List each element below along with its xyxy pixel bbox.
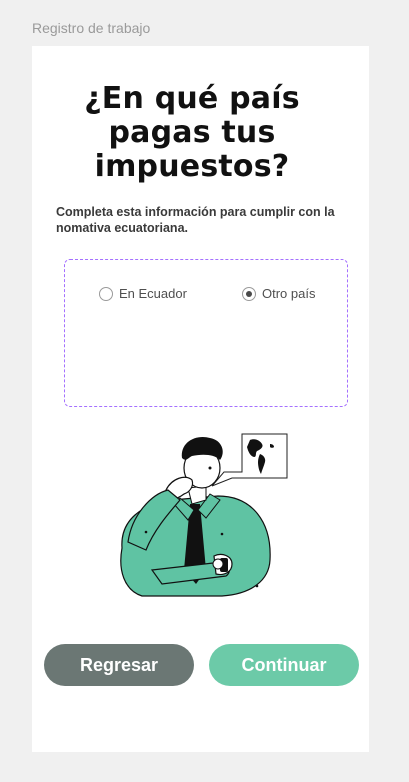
country-options-box: En Ecuador Otro país	[64, 259, 348, 407]
radio-option-ecuador[interactable]: En Ecuador	[99, 286, 187, 301]
radio-button-otro-pais[interactable]	[242, 286, 256, 301]
radio-label-ecuador: En Ecuador	[119, 286, 187, 301]
thinking-person-illustration	[120, 433, 288, 597]
frame-label: Registro de trabajo	[32, 20, 151, 36]
radio-label-otro-pais: Otro país	[262, 286, 316, 301]
map-speech-bubble-icon	[211, 433, 288, 487]
page-subtitle: Completa esta información para cumplir c…	[56, 205, 335, 235]
page-title: ¿En qué país pagas tus impuestos?	[84, 81, 300, 184]
continue-button[interactable]: Continuar	[209, 644, 359, 686]
radio-option-otro-pais[interactable]: Otro país	[242, 286, 315, 301]
back-button[interactable]: Regresar	[44, 644, 194, 686]
radio-button-ecuador[interactable]	[99, 286, 113, 301]
screen-card: ¿En qué país pagas tus impuestos? Comple…	[32, 46, 369, 752]
